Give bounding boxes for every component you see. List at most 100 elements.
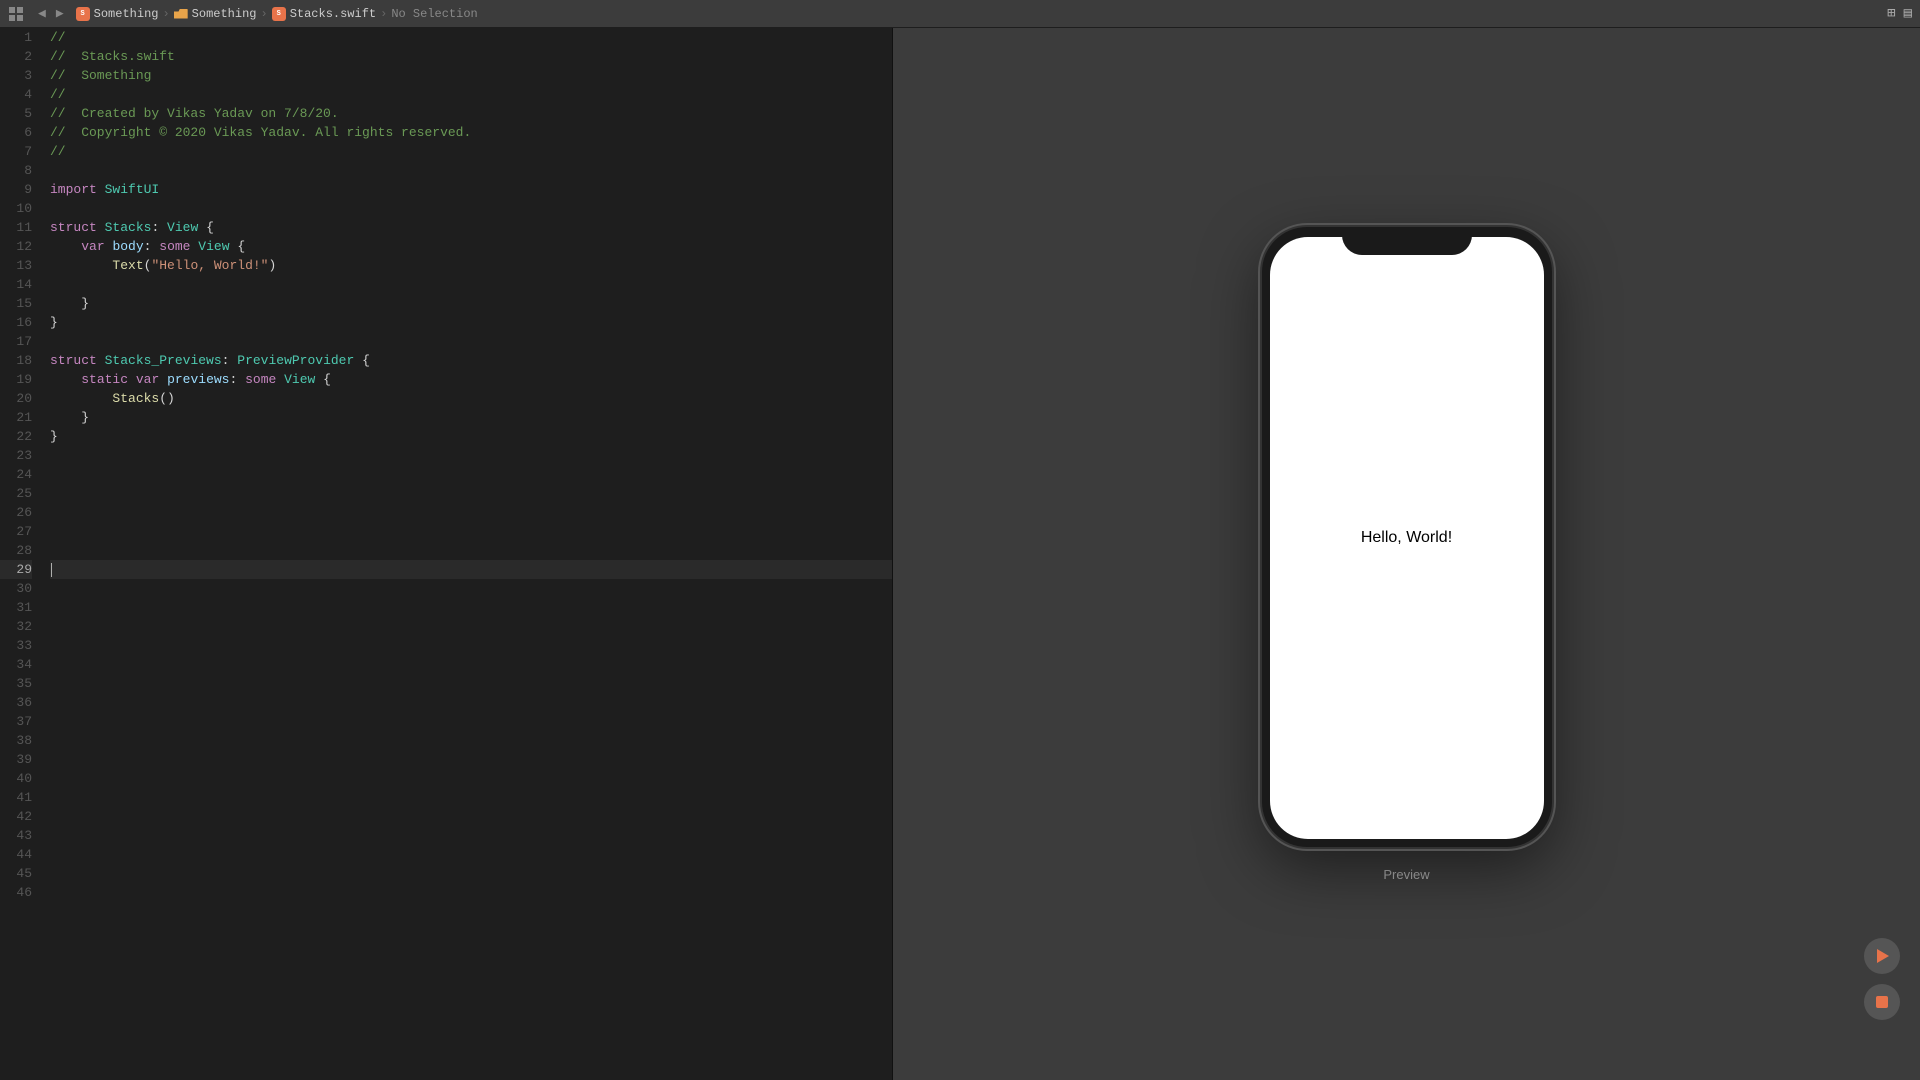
line-number: 7 <box>0 142 32 161</box>
token-plain: : <box>144 237 160 256</box>
code-line: static var previews: some View { <box>50 370 892 389</box>
line-number: 25 <box>0 484 32 503</box>
line-number: 38 <box>0 731 32 750</box>
line-number: 1 <box>0 28 32 47</box>
adjust-icon[interactable]: ⊞ <box>1887 5 1895 22</box>
breadcrumb-sep-3: › <box>380 7 387 21</box>
main-content: 1234567891011121314151617181920212223242… <box>0 28 1920 1080</box>
code-editor[interactable]: 1234567891011121314151617181920212223242… <box>0 28 893 1080</box>
stop-preview-button[interactable] <box>1864 984 1900 1020</box>
token-type: Stacks_Previews <box>105 351 222 370</box>
token-comment: // <box>50 85 66 104</box>
token-func: Stacks <box>112 389 159 408</box>
line-number: 46 <box>0 883 32 902</box>
line-number: 16 <box>0 313 32 332</box>
breadcrumb-sep-1: › <box>162 7 169 21</box>
preview-label: Preview <box>1383 867 1429 882</box>
code-line <box>50 579 892 598</box>
code-area[interactable]: 1234567891011121314151617181920212223242… <box>0 28 892 1080</box>
breadcrumb-item-folder[interactable]: Something <box>174 7 257 21</box>
code-line <box>50 788 892 807</box>
token-plain <box>50 256 112 275</box>
token-var: body <box>112 237 143 256</box>
code-line: } <box>50 294 892 313</box>
line-number: 45 <box>0 864 32 883</box>
code-line <box>50 731 892 750</box>
code-line: import SwiftUI <box>50 180 892 199</box>
code-line <box>50 769 892 788</box>
breadcrumb: S Something › Something › S Stacks.swift… <box>76 7 478 21</box>
token-plain <box>276 370 284 389</box>
line-numbers: 1234567891011121314151617181920212223242… <box>0 28 42 1080</box>
code-line <box>50 503 892 522</box>
sidebar-toggle-icon[interactable]: ▤ <box>1904 5 1912 22</box>
breadcrumb-item-swift-file[interactable]: S Something <box>76 7 159 21</box>
breadcrumb-folder-label: Something <box>192 7 257 21</box>
code-line: Stacks() <box>50 389 892 408</box>
code-line: // <box>50 28 892 47</box>
code-lines[interactable]: //// Stacks.swift// Something//// Create… <box>42 28 892 1080</box>
code-line <box>50 446 892 465</box>
token-plain: } <box>50 294 89 313</box>
token-plain: } <box>50 427 58 446</box>
line-number: 29 <box>0 560 32 579</box>
grid-icon[interactable] <box>8 6 24 22</box>
token-type: View <box>167 218 198 237</box>
code-line: } <box>50 427 892 446</box>
token-keyword: struct <box>50 218 97 237</box>
code-line <box>50 826 892 845</box>
nav-forward-button[interactable]: ▶ <box>52 4 68 23</box>
token-type: View <box>284 370 315 389</box>
line-number: 6 <box>0 123 32 142</box>
breadcrumb-selection-label: No Selection <box>391 7 477 21</box>
run-preview-button[interactable] <box>1864 938 1900 974</box>
code-line: // Something <box>50 66 892 85</box>
token-keyword: import <box>50 180 97 199</box>
code-line: } <box>50 408 892 427</box>
line-number: 21 <box>0 408 32 427</box>
line-number: 17 <box>0 332 32 351</box>
token-comment: // Copyright © 2020 Vikas Yadav. All rig… <box>50 123 471 142</box>
token-keyword: static <box>81 370 128 389</box>
token-plain <box>50 389 112 408</box>
token-type: Stacks <box>105 218 152 237</box>
code-line <box>50 161 892 180</box>
token-plain <box>128 370 136 389</box>
preview-content: Hello, World! Preview <box>893 28 1920 1080</box>
token-plain: } <box>50 313 58 332</box>
line-number: 24 <box>0 465 32 484</box>
line-number: 23 <box>0 446 32 465</box>
token-comment: // Stacks.swift <box>50 47 175 66</box>
topbar: ◀ ▶ S Something › Something › S Stacks.s… <box>0 0 1920 28</box>
preview-controls <box>1864 938 1900 1020</box>
code-line <box>50 332 892 351</box>
code-line <box>50 750 892 769</box>
code-line <box>50 522 892 541</box>
token-keyword: some <box>245 370 276 389</box>
line-number: 32 <box>0 617 32 636</box>
token-plain: : <box>222 351 238 370</box>
code-line <box>50 807 892 826</box>
line-number: 31 <box>0 598 32 617</box>
token-comment: // <box>50 28 66 47</box>
token-plain: () <box>159 389 175 408</box>
code-line: // Stacks.swift <box>50 47 892 66</box>
token-plain: { <box>354 351 370 370</box>
nav-back-button[interactable]: ◀ <box>34 4 50 23</box>
code-line: struct Stacks: View { <box>50 218 892 237</box>
breadcrumb-item-stacks[interactable]: S Stacks.swift <box>272 7 376 21</box>
token-func: Text <box>112 256 143 275</box>
topbar-right: ⊞ ▤ <box>1887 5 1912 22</box>
code-line: } <box>50 313 892 332</box>
line-number: 34 <box>0 655 32 674</box>
token-plain: ( <box>144 256 152 275</box>
code-line <box>50 883 892 902</box>
line-number: 36 <box>0 693 32 712</box>
breadcrumb-file-label: Stacks.swift <box>290 7 376 21</box>
code-line <box>50 598 892 617</box>
line-number: 19 <box>0 370 32 389</box>
token-keyword: struct <box>50 351 97 370</box>
token-comment: // <box>50 142 66 161</box>
token-keyword: some <box>159 237 190 256</box>
line-number: 15 <box>0 294 32 313</box>
